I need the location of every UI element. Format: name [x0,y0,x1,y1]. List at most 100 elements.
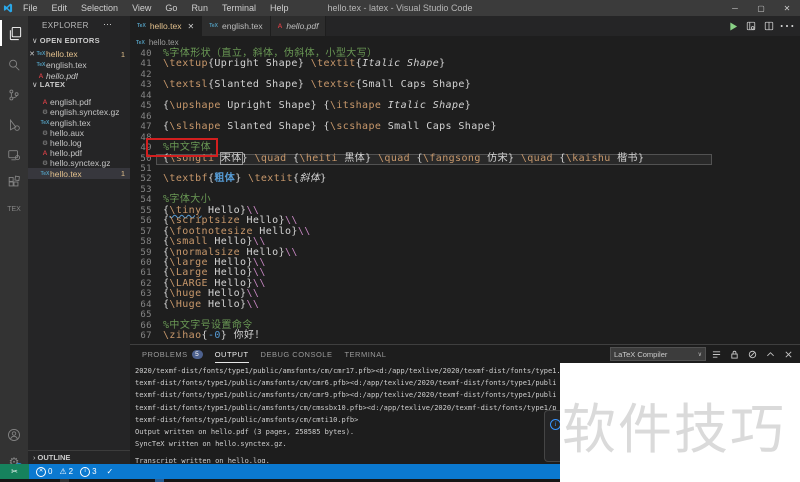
minimize-button[interactable]: ─ [722,0,748,16]
line-number: 51 [130,164,152,174]
problems-infos[interactable]: i3 [80,467,96,477]
compile-status-check[interactable]: ✓ [107,467,114,476]
file-row-english.synctex.gz[interactable]: ⚙english.synctex.gz [28,107,130,118]
editor-tab-bar: TeX hello.tex ✕ TeXenglish.texAhello.pdf [130,16,800,36]
white-overlay-patch: 软件技巧 [560,363,800,482]
menu-edit[interactable]: Edit [45,3,75,13]
file-row-hello.synctex.gz[interactable]: ⚙hello.synctex.gz [28,158,130,169]
line-number: 63 [130,289,152,299]
line-number: 43 [130,80,152,90]
line-text: {\Huge Hello}\\ [163,300,259,310]
line-text: {\songti 宋体} \quad {\heiti 黑体} \quad {\f… [163,154,644,164]
code-editor[interactable]: 40%字体形状（直立，斜体，伪斜体，小型大写）41\textup{Upright… [130,49,800,344]
tex-file-icon: TeX [36,62,46,68]
maximize-panel-icon[interactable] [762,347,778,361]
open-editors-section[interactable]: ∨OPEN EDITORS [32,36,100,45]
tab-english.tex[interactable]: TeXenglish.tex [202,16,270,36]
line-text: \textsl{Slanted Shape} \textsc{Small Cap… [163,80,471,90]
tab-label: hello.pdf [286,21,318,31]
editor-actions: ⋯ [724,16,796,36]
line-number: 46 [130,112,152,122]
file-label: hello.aux [50,128,84,138]
source-control-icon[interactable] [0,82,28,108]
code-line-64[interactable]: 64 {\Huge Hello}\\ [130,300,800,310]
tab-close-icon[interactable]: ✕ [187,22,194,31]
code-line-41[interactable]: 41\textup{Upright Shape} \textit{Italic … [130,59,800,69]
line-number: 41 [130,59,152,69]
menu-view[interactable]: View [125,3,158,13]
panel-tab-output[interactable]: OUTPUT [215,345,249,363]
tab-label: hello.tex [150,21,182,31]
latex-workshop-icon[interactable]: TEX [0,196,28,222]
close-icon[interactable]: ✕ [28,50,36,58]
problems-warnings[interactable]: ⚠2 [59,467,73,476]
activity-bar: TEX ⚙ 1 [0,16,28,464]
more-actions-icon[interactable]: ⋯ [778,18,796,34]
search-icon[interactable] [0,52,28,78]
line-text: \zihao{-0} 你好！ [163,331,265,341]
problems-errors[interactable]: ✕0 [36,467,52,477]
build-run-icon[interactable] [724,18,742,34]
menu-file[interactable]: File [16,3,45,13]
close-panel-icon[interactable] [780,347,796,361]
file-row-hello.log[interactable]: ⚙hello.log [28,138,130,149]
code-line-47[interactable]: 47{\slshape Slanted Shape} {\scshape Sma… [130,122,800,132]
menu-go[interactable]: Go [158,3,184,13]
close-button[interactable]: ✕ [774,0,800,16]
line-number: 56 [130,216,152,226]
file-row-hello.tex[interactable]: TeXhello.tex1 [28,168,130,179]
tab-label: english.tex [222,21,263,31]
panel-tab-problems[interactable]: PROBLEMS5 [142,345,203,363]
tex-file-icon: TeX [137,23,146,29]
explorer-more-actions-icon[interactable]: ⋯ [103,19,112,30]
code-line-50[interactable]: 50{\songti 宋体} \quad {\heiti 黑体} \quad {… [130,154,800,164]
line-text: \textbf{粗体} \textit{斜体} [163,174,327,184]
open-preview-icon[interactable] [742,18,760,34]
file-row-hello.pdf[interactable]: Ahello.pdf [28,148,130,159]
maximize-button[interactable]: ▢ [748,0,774,16]
file-label: hello.tex [46,49,78,59]
account-icon[interactable] [0,422,28,448]
panel-tab-debug-console[interactable]: DEBUG CONSOLE [261,345,333,363]
modified-badge: 1 [121,169,125,178]
line-number: 64 [130,300,152,310]
code-line-45[interactable]: 45{\upshape Upright Shape} {\itshape Ita… [130,101,800,111]
file-label: hello.tex [50,169,82,179]
tab-hello.tex[interactable]: TeX hello.tex ✕ [130,16,202,36]
code-line-52[interactable]: 52\textbf{粗体} \textit{斜体} [130,174,800,184]
outline-section[interactable]: ›OUTLINE [28,450,130,464]
line-number: 54 [130,195,152,205]
open-editor-hello.tex[interactable]: ✕TeXhello.tex1 [28,49,130,60]
vscode-logo-icon [0,0,16,16]
tab-hello.pdf[interactable]: Ahello.pdf [271,16,327,36]
output-channel-select[interactable]: LaTeX Compiler∨ [610,347,706,361]
code-line-43[interactable]: 43 \textsl{Slanted Shape} \textsc{Small C… [130,80,800,90]
remote-indicator[interactable]: ✂ [0,464,29,479]
output-log-icon[interactable] [708,347,724,361]
menu-selection[interactable]: Selection [74,3,125,13]
workspace-folder-section[interactable]: ∨LATEX [32,80,65,89]
clear-output-icon[interactable] [744,347,760,361]
line-number: 40 [130,49,152,59]
explorer-icon[interactable] [0,20,28,46]
code-line-48[interactable]: 48 [130,133,800,143]
menu-terminal[interactable]: Terminal [215,3,263,13]
pdf-file-icon: A [40,99,50,106]
code-line-67[interactable]: 67\zihao{-0} 你好！ [130,331,800,341]
menu-help[interactable]: Help [263,3,296,13]
panel-tab-terminal[interactable]: TERMINAL [344,345,386,363]
line-number: 44 [130,91,152,101]
menu-run[interactable]: Run [184,3,215,13]
code-line-53[interactable]: 53 [130,185,800,195]
file-row-english.pdf[interactable]: Aenglish.pdf [28,97,130,108]
extensions-icon[interactable] [0,169,28,195]
file-row-english.tex[interactable]: TeXenglish.tex [28,117,130,128]
split-editor-icon[interactable] [760,18,778,34]
file-row-hello.aux[interactable]: ⚙hello.aux [28,128,130,139]
line-number: 45 [130,101,152,111]
run-and-debug-icon[interactable] [0,112,28,138]
explorer-title: EXPLORER [42,21,89,30]
remote-explorer-icon[interactable] [0,142,28,168]
lock-icon[interactable] [726,347,742,361]
open-editor-english.tex[interactable]: TeXenglish.tex [28,60,130,71]
